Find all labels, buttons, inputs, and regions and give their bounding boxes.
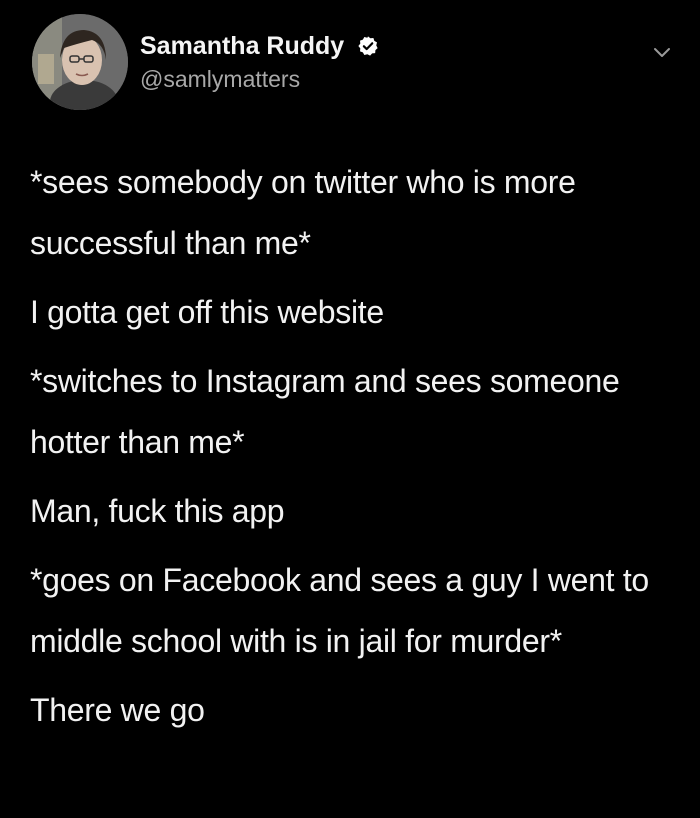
author-names: Samantha Ruddy @samlymatters xyxy=(140,30,379,94)
author-display-name-row[interactable]: Samantha Ruddy xyxy=(140,30,379,62)
verified-badge-icon xyxy=(358,36,378,56)
tweet-paragraph: *switches to Instagram and sees someone … xyxy=(30,363,620,460)
author-handle[interactable]: @samlymatters xyxy=(140,64,379,94)
tweet-paragraph: *goes on Facebook and sees a guy I went … xyxy=(30,562,649,659)
avatar[interactable] xyxy=(32,14,128,110)
tweet-paragraph: There we go xyxy=(30,692,205,728)
tweet-paragraph: I gotta get off this website xyxy=(30,294,384,330)
author-display-name[interactable]: Samantha Ruddy xyxy=(140,32,344,60)
chevron-down-icon[interactable] xyxy=(651,42,673,64)
tweet-paragraph: Man, fuck this app xyxy=(30,493,285,529)
tweet-text: *sees somebody on twitter who is more su… xyxy=(30,152,680,749)
tweet-paragraph: *sees somebody on twitter who is more su… xyxy=(30,164,576,261)
tweet-header: Samantha Ruddy @samlymatters xyxy=(32,14,682,114)
tweet-card: Samantha Ruddy @samlymatters *sees someb… xyxy=(0,0,700,818)
profile-photo-icon xyxy=(32,14,128,110)
